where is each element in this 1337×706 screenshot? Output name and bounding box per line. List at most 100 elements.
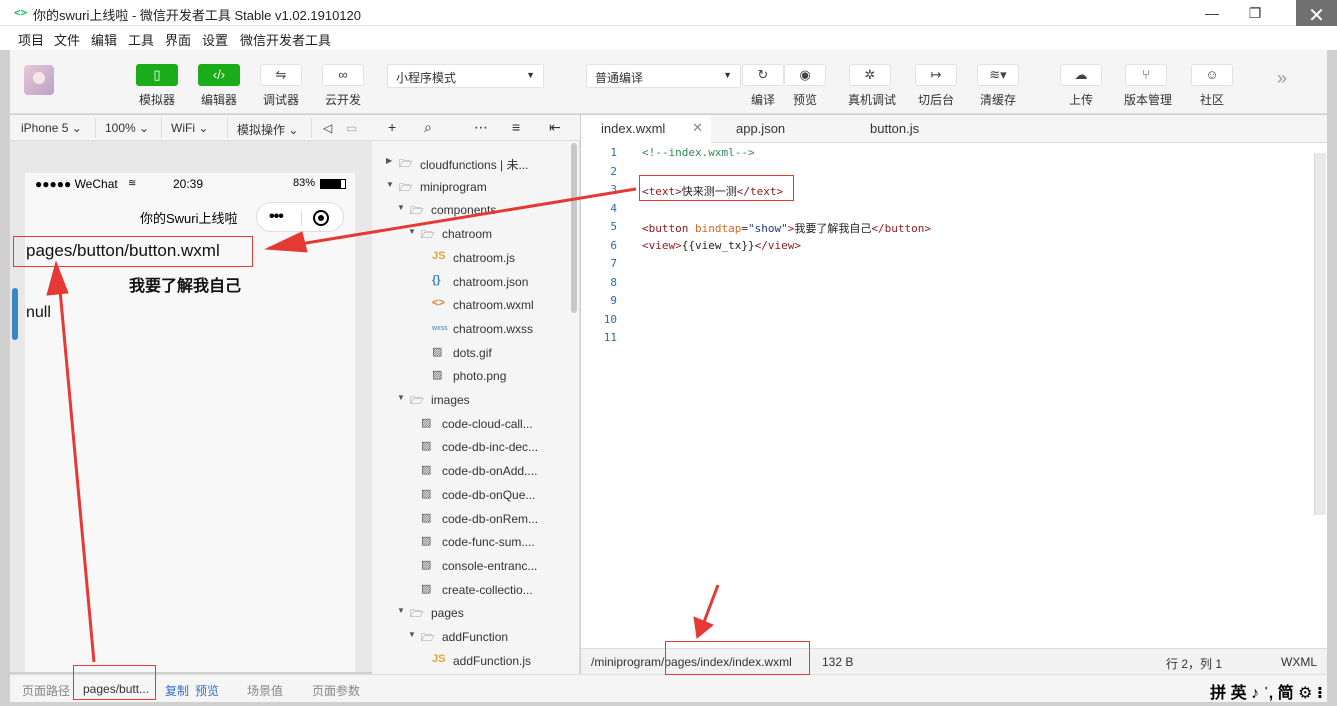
tree-folder[interactable]: ▼ 🗁 components [372,199,572,222]
tree-folder[interactable]: ▼ 🗁 chatroom [372,223,572,246]
tree-file[interactable]: ▨ photo.png [372,365,572,388]
menu-view[interactable]: 界面 [165,30,191,49]
restore-button[interactable]: ❐ [1235,0,1275,26]
tree-item-label: components [431,203,497,218]
tab-app-json[interactable]: app.json [736,115,836,143]
preview-link[interactable]: 预览 [195,682,219,699]
caret-down-icon[interactable]: ▼ [408,630,416,639]
scene-value[interactable]: 场景值 [247,682,283,699]
community-button[interactable]: ☺ 社区 [1190,64,1234,108]
tree-file[interactable]: {} chatroom.json [372,271,572,294]
caret-down-icon[interactable]: ▼ [386,180,394,189]
mode-select[interactable]: 小程序模式 ▼ [387,64,544,88]
compile-button[interactable]: ↻ 编译 [741,64,785,108]
device-select[interactable]: iPhone 5 ⌄ [21,121,82,135]
status-bar: 页面路径 pages/butt... 复制 预览 场景值 页面参数 [10,674,1327,702]
sound-icon[interactable]: ◁ [323,121,332,135]
tree-file[interactable]: JS chatroom.js [372,247,572,270]
tree-file[interactable]: JS addFunction.js [372,650,572,673]
editor-tabs: index.wxml ✕ app.json button.js [581,115,1327,143]
compile-select[interactable]: 普通编译 ▼ [586,64,741,88]
collapse-panel-icon[interactable]: ⇤ [549,119,561,136]
drag-handle[interactable] [12,288,18,340]
popout-icon[interactable]: ▭ [346,121,357,135]
simulator-button[interactable]: ▯ 模拟器 [135,64,179,108]
more-double-chevron-icon[interactable]: » [1277,68,1287,89]
close-tab-icon[interactable]: ✕ [692,120,703,136]
tree-folder[interactable]: ▼ 🗁 addFunction [372,626,572,649]
caret-down-icon[interactable]: ▼ [397,393,405,402]
copy-link[interactable]: 复制 [165,682,189,699]
tree-item-label: chatroom.js [453,250,516,265]
know-myself-button[interactable]: 我要了解我自己 [129,272,241,296]
clear-cache-button[interactable]: ≋▾ 清缓存 [976,64,1020,108]
divider [311,118,312,138]
network-select[interactable]: WiFi ⌄ [171,121,208,135]
menu-edit[interactable]: 编辑 [91,30,117,49]
folder-icon: 🗁 [399,158,413,170]
tree-file[interactable]: ▨ code-db-onQue... [372,484,572,507]
cloud-button[interactable]: ∞ 云开发 [321,64,365,108]
tree-file[interactable]: ▨ code-cloud-call... [372,413,572,436]
tree-file[interactable]: ▨ code-db-onRem... [372,508,572,531]
code-editor[interactable]: 1 2 3 4 5 6 7 8 9 10 11 <!--index.wxml--… [581,143,1327,648]
operation-select[interactable]: 模拟操作 ⌄ [237,121,298,138]
tree-item-label: code-db-onRem... [442,511,539,526]
page-params[interactable]: 页面参数 [312,682,360,699]
version-button[interactable]: ⑂ 版本管理 [1124,64,1172,108]
caret-down-icon[interactable]: ▼ [397,203,405,212]
tree-file[interactable]: ▨ code-db-onAdd.... [372,460,572,483]
tree-folder[interactable]: ▶ 🗁 cloudfunctions | 未... [372,152,572,175]
close-circle-icon[interactable] [313,210,329,226]
menu-settings[interactable]: 设置 [202,30,228,49]
more-dots-icon[interactable]: ••• [269,208,284,226]
cloud-label: 云开发 [324,93,361,107]
background-button[interactable]: ↦ 切后台 [914,64,958,108]
folder-icon: 🗁 [410,608,424,621]
tree-file[interactable]: ▨ create-collectio... [372,579,572,602]
ime-toolbar[interactable]: 拼 英 ♪ ˈ, 简 ⚙ ⁝ [1210,679,1323,703]
menu-file[interactable]: 文件 [54,30,80,49]
real-debug-button[interactable]: ✲ 真机调试 [848,64,896,108]
tree-file[interactable]: ▨ code-db-inc-dec... [372,436,572,459]
tree-file[interactable]: ▨ code-func-sum.... [372,531,572,554]
tree-scrollbar[interactable] [571,143,577,313]
caret-down-icon[interactable]: ▼ [408,227,416,236]
capsule-menu[interactable]: ••• [256,202,344,232]
sort-icon[interactable]: ≡ [512,119,520,135]
zoom-select[interactable]: 100% ⌄ [105,121,149,135]
preview-button[interactable]: ◉ 预览 [783,64,827,108]
menu-wechat-devtools[interactable]: 微信开发者工具 [240,30,331,49]
avatar[interactable] [24,65,54,95]
tree-file[interactable]: ▨ dots.gif [372,342,572,365]
tree-file[interactable]: ▨ console-entranc... [372,555,572,578]
menu-tools[interactable]: 工具 [128,30,154,49]
tree-folder[interactable]: ▼ 🗁 pages [372,602,572,625]
tree-file[interactable]: <> chatroom.wxml [372,294,572,317]
tree-item-label: addFunction [442,630,509,644]
tree-file[interactable]: wxss chatroom.wxss [372,318,572,341]
search-icon[interactable]: ⌕ [424,119,432,136]
folder-icon: 🗁 [421,229,435,242]
file-language[interactable]: WXML [1281,655,1317,669]
background-label: 切后台 [917,93,954,107]
editor-button[interactable]: ‹/› 编辑器 [197,64,241,108]
upload-button[interactable]: ☁ 上传 [1059,64,1103,108]
menu-project[interactable]: 项目 [18,30,44,49]
debugger-button[interactable]: ⇋ 调试器 [259,64,303,108]
caret-right-icon[interactable]: ▶ [386,156,392,165]
tab-index-wxml[interactable]: index.wxml ✕ [581,115,711,143]
tree-folder[interactable]: ▼ 🗁 images [372,389,572,412]
more-icon[interactable]: ⋯ [474,119,488,136]
tree-item-label: code-db-onAdd.... [442,464,538,479]
debugger-label: 调试器 [262,93,299,107]
add-icon[interactable]: + [388,119,396,135]
tree-item-label: code-func-sum.... [442,535,535,550]
editor-scrollbar[interactable] [1314,153,1326,515]
caret-down-icon[interactable]: ▼ [397,606,405,615]
compile-select-value: 普通编译 [595,71,644,85]
tree-folder[interactable]: ▼ 🗁 miniprogram [372,176,572,199]
js-file-icon: JS [432,249,446,262]
minimize-button[interactable]: — [1192,0,1232,26]
tab-button-js[interactable]: button.js [870,115,970,143]
